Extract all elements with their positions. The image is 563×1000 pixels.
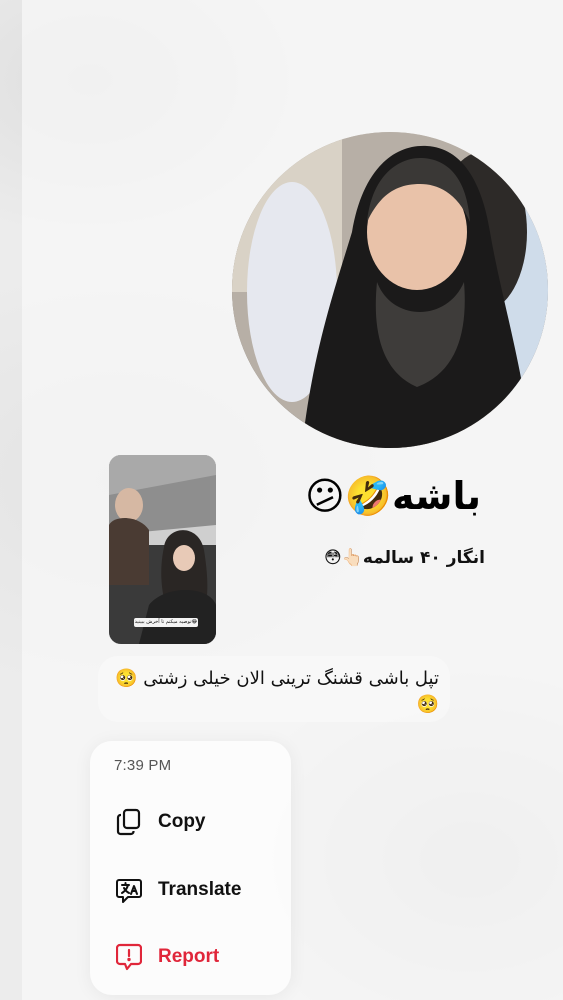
translate-menu-item[interactable]: Translate <box>90 862 291 918</box>
thumbnail-caption: توصیه میکنم تا آخرش ببینید😂 <box>134 618 198 627</box>
translate-icon <box>116 876 142 904</box>
story-subtitle: انگار ۴۰ سالمه👆🏻😳 <box>324 548 485 568</box>
message-context-menu: 7:39 PM Copy Translate Report <box>90 741 291 995</box>
profile-avatar <box>232 132 548 448</box>
copy-icon <box>116 808 142 836</box>
story-title: باشه🤣😕 <box>305 474 481 518</box>
report-icon <box>116 943 142 971</box>
translate-label: Translate <box>158 879 242 900</box>
copy-menu-item[interactable]: Copy <box>90 794 291 850</box>
report-label: Report <box>158 946 220 967</box>
message-text: تپل باشی قشنگ ترینی الان خیلی زشتی 🥺🥺 <box>115 668 439 715</box>
message-timestamp: 7:39 PM <box>114 757 172 774</box>
report-menu-item[interactable]: Report <box>90 929 291 985</box>
copy-label: Copy <box>158 811 206 832</box>
story-thumbnail[interactable]: توصیه میکنم تا آخرش ببینید😂 <box>109 455 216 644</box>
